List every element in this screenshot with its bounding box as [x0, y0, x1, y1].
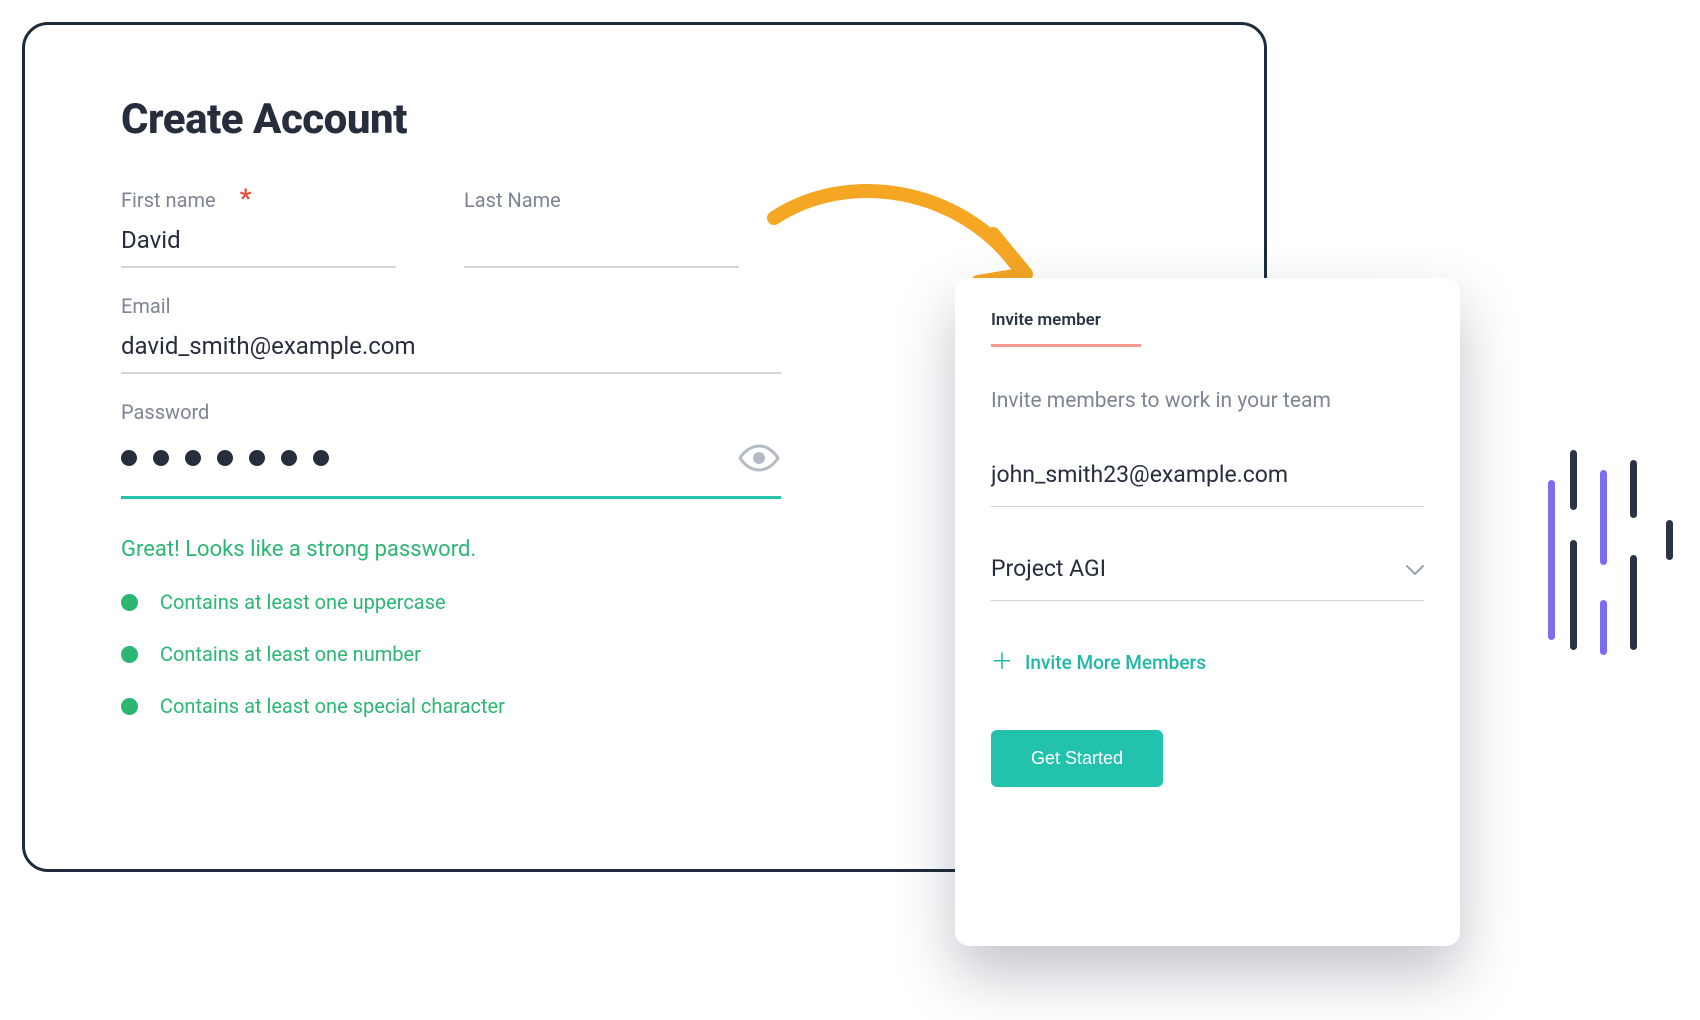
invite-email-input[interactable] — [991, 453, 1424, 507]
email-input[interactable] — [121, 322, 781, 374]
last-name-input[interactable] — [464, 216, 739, 268]
eye-icon[interactable] — [737, 442, 781, 474]
first-name-label: First name — [121, 188, 216, 212]
page-title: Create Account — [121, 95, 1168, 144]
password-dot — [249, 450, 265, 466]
last-name-label: Last Name — [464, 188, 561, 212]
password-input-row[interactable] — [121, 424, 781, 499]
invite-more-label: Invite More Members — [1025, 651, 1206, 674]
password-rule-text: Contains at least one special character — [160, 694, 505, 718]
invite-subhead: Invite members to work in your team — [991, 389, 1424, 413]
last-name-field: Last Name — [464, 188, 739, 268]
email-label: Email — [121, 294, 781, 318]
invite-more-button[interactable]: ＋ Invite More Members — [991, 651, 1424, 674]
check-dot-icon — [121, 646, 138, 663]
project-select[interactable]: Project AGI — [991, 551, 1424, 601]
password-rule-text: Contains at least one uppercase — [160, 590, 446, 614]
password-dots — [121, 450, 723, 466]
password-rule-text: Contains at least one number — [160, 642, 421, 666]
decorative-bars — [1548, 450, 1700, 720]
first-name-input[interactable] — [121, 216, 396, 268]
password-field-group: Password — [121, 400, 781, 499]
first-name-label-line: First name * — [121, 188, 396, 212]
check-dot-icon — [121, 698, 138, 715]
get-started-button[interactable]: Get Started — [991, 730, 1163, 787]
required-asterisk-icon: * — [240, 192, 252, 208]
check-dot-icon — [121, 594, 138, 611]
password-label: Password — [121, 400, 781, 424]
password-dot — [121, 450, 137, 466]
password-dot — [281, 450, 297, 466]
first-name-field: First name * — [121, 188, 396, 268]
email-field-group: Email — [121, 294, 781, 374]
invite-member-card: Invite member Invite members to work in … — [955, 278, 1460, 946]
project-select-value: Project AGI — [991, 555, 1106, 582]
last-name-label-line: Last Name — [464, 188, 739, 212]
password-dot — [217, 450, 233, 466]
chevron-down-icon — [1406, 555, 1424, 582]
invite-member-tab[interactable]: Invite member — [991, 310, 1141, 347]
plus-icon: ＋ — [991, 652, 1013, 674]
password-dot — [153, 450, 169, 466]
password-dot — [185, 450, 201, 466]
password-dot — [313, 450, 329, 466]
